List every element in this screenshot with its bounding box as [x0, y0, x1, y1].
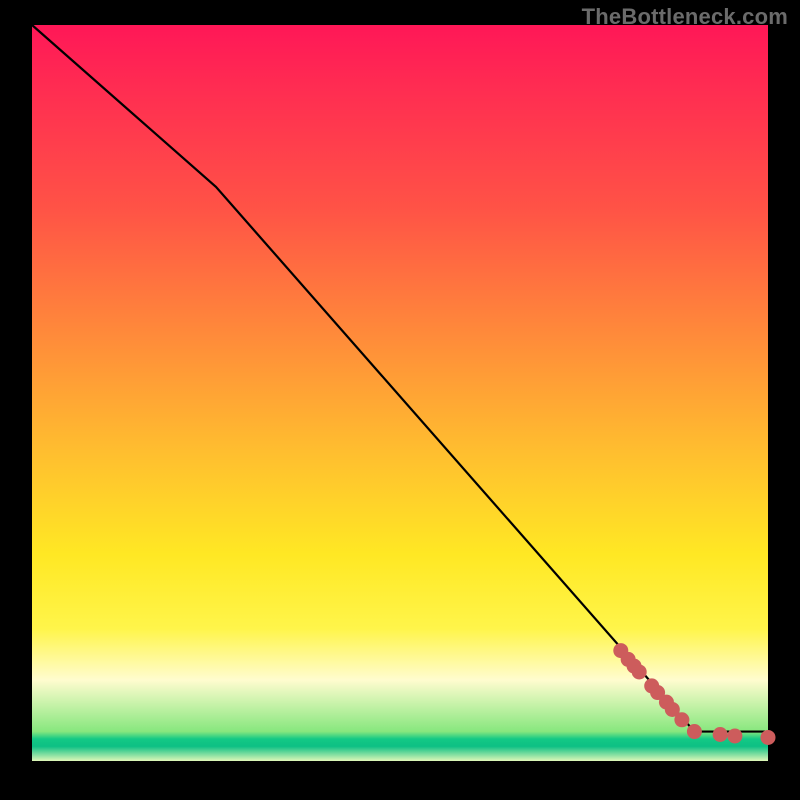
- data-point: [727, 728, 742, 743]
- chart-svg: [32, 25, 768, 761]
- data-point: [687, 724, 702, 739]
- watermark-text: TheBottleneck.com: [582, 4, 788, 30]
- chart-stage: TheBottleneck.com: [0, 0, 800, 800]
- trend-line: [32, 25, 768, 732]
- chart-points: [613, 643, 775, 745]
- chart-line: [32, 25, 768, 732]
- data-point: [761, 730, 776, 745]
- plot-area: [32, 25, 768, 761]
- data-point: [674, 712, 689, 727]
- data-point: [713, 727, 728, 742]
- data-point: [632, 664, 647, 679]
